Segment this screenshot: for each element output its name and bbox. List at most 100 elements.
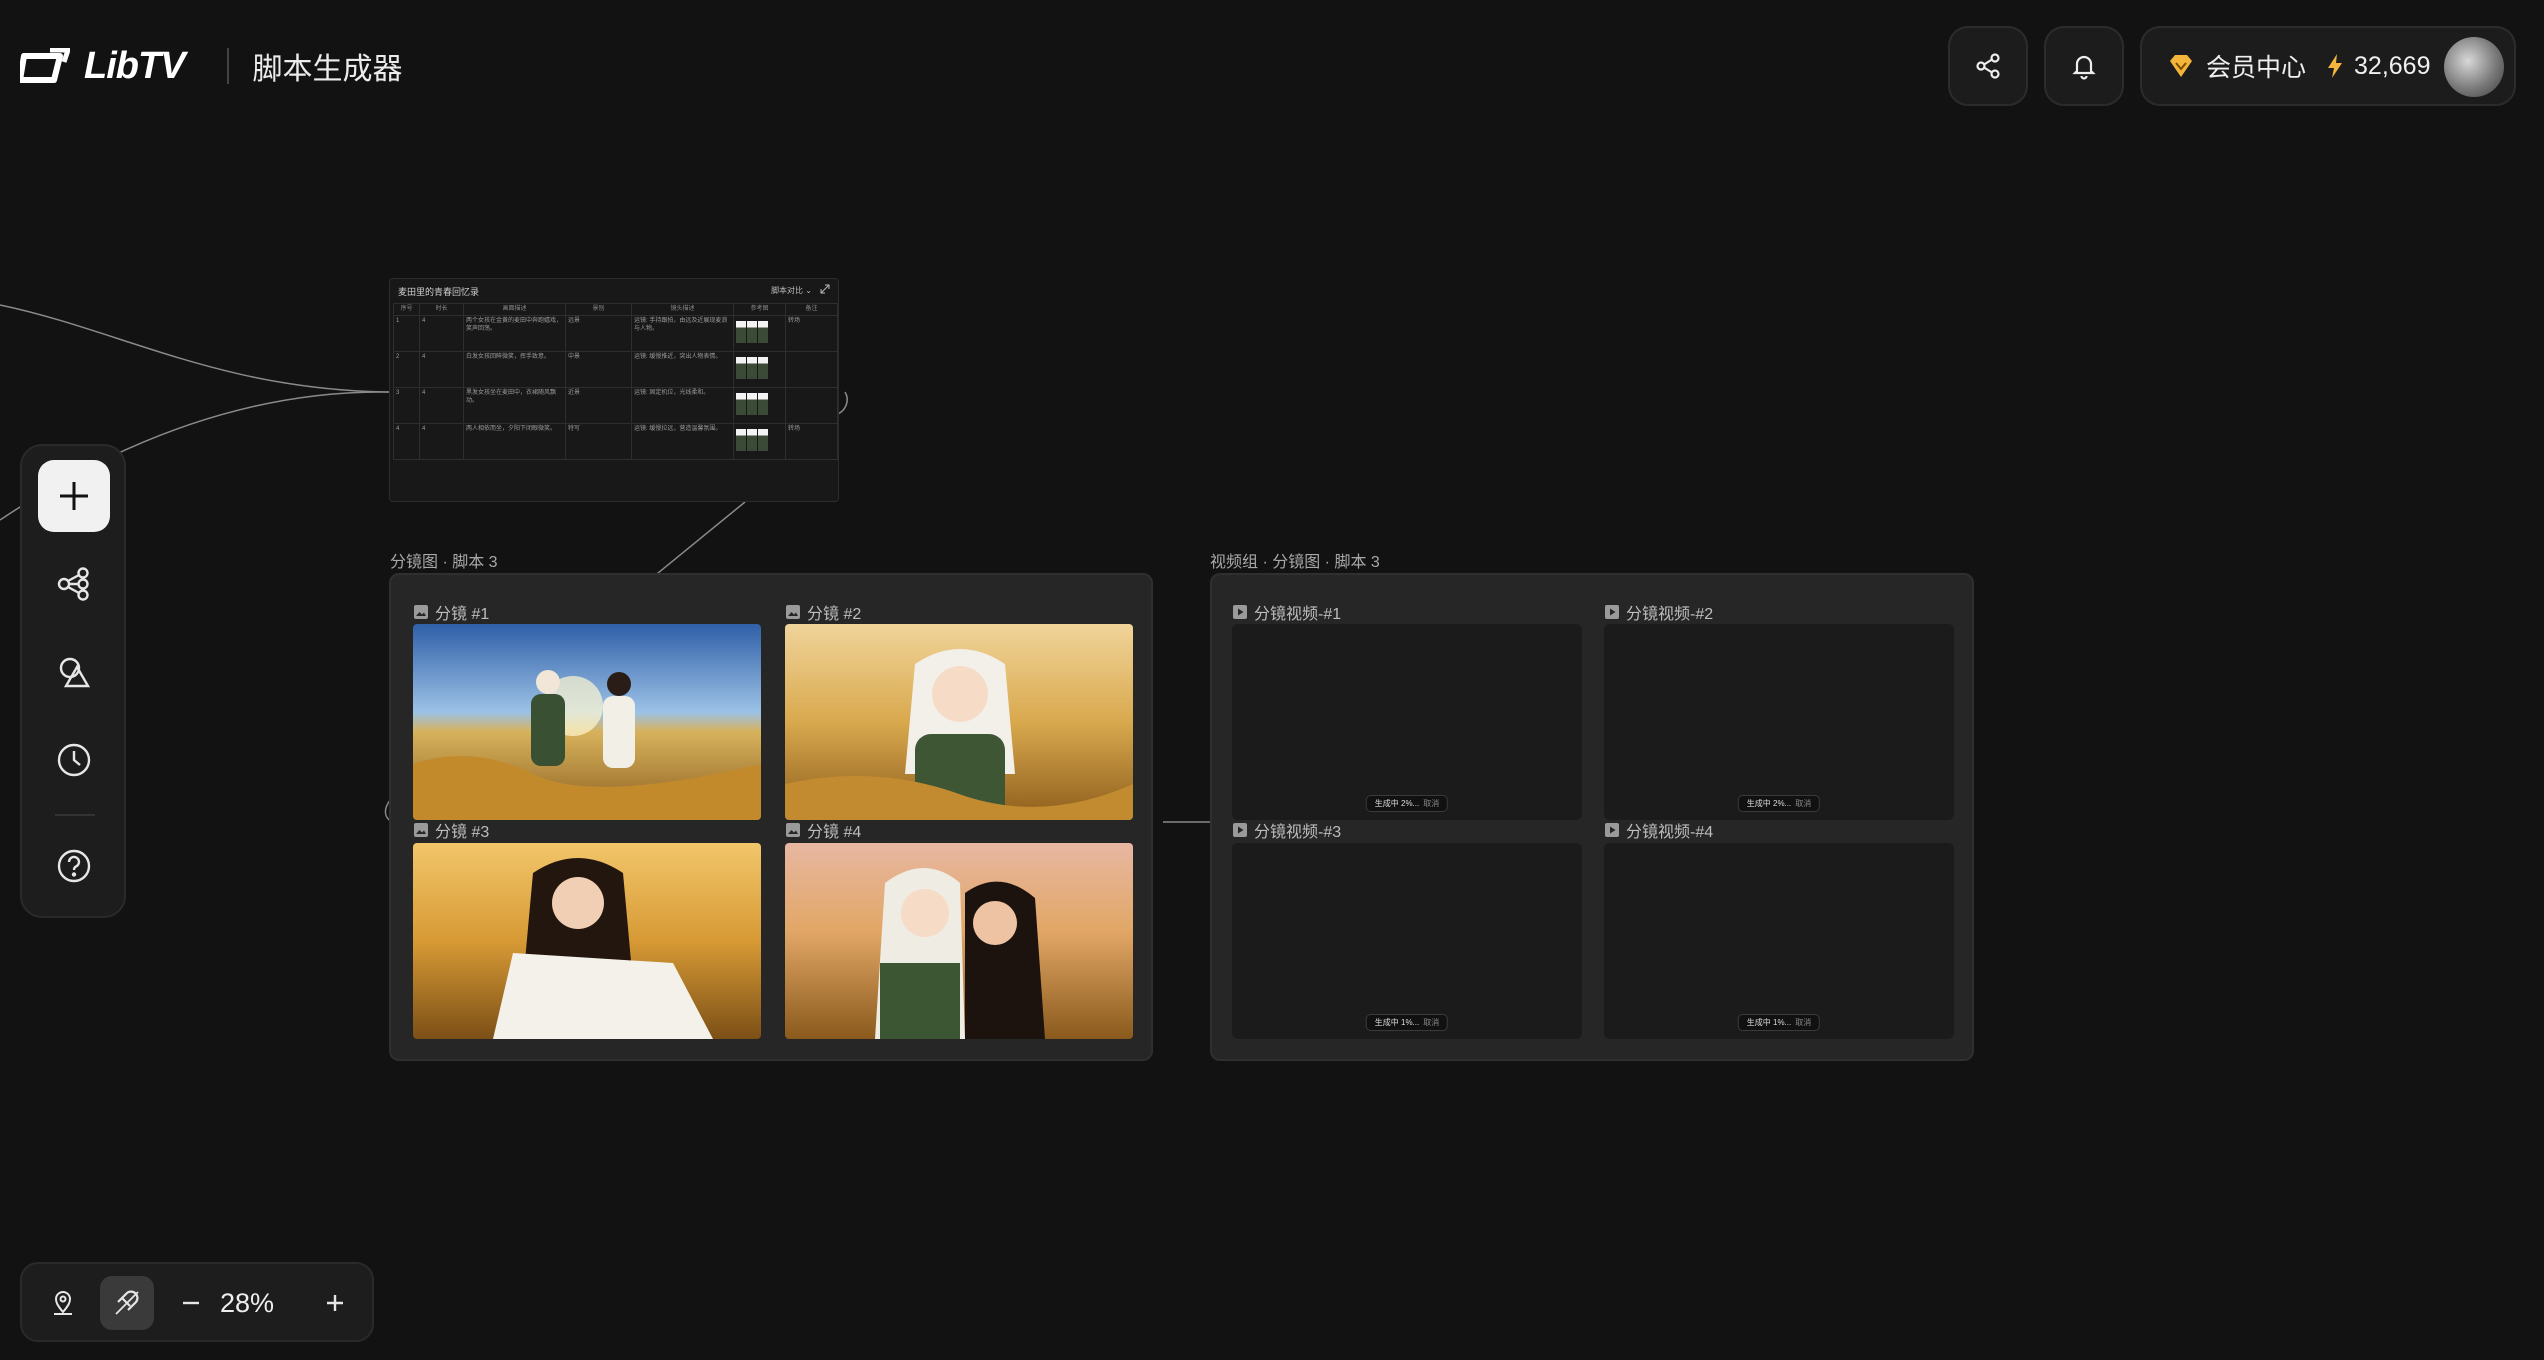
cell-description: 两人相依而坐，夕阳下闭眼微笑。	[463, 423, 566, 460]
zoom-controls: 28%	[20, 1262, 374, 1342]
video-group[interactable]: 分镜视频-#1 分镜视频-#2 分镜视频-#3 分镜视频-#4 生成中 2%..…	[1210, 573, 1974, 1061]
shapes-button[interactable]	[38, 636, 110, 708]
share-button[interactable]	[1948, 26, 2028, 106]
lightning-icon	[2328, 54, 2343, 78]
member-center-label: 会员中心	[2206, 54, 2307, 82]
script-title: 麦田里的青春回忆录	[398, 287, 480, 297]
video-2-placeholder[interactable]: 生成中 2%... 取消	[1604, 624, 1954, 820]
video-3-placeholder[interactable]: 生成中 1%... 取消	[1232, 843, 1582, 1039]
user-avatar[interactable]	[2444, 37, 2504, 97]
video-label: 分镜视频-#4	[1604, 818, 1713, 842]
cell-reference-images	[733, 315, 786, 352]
table-row: 1 4 两个女孩在金黄的麦田中奔跑嬉戏，笑声回荡。 远景 运镜: 手持跟拍，由远…	[393, 315, 838, 352]
cell-duration: 4	[419, 315, 464, 352]
cell-camera: 运镜: 缓慢拉远，营造温馨氛围。	[631, 423, 734, 460]
status-text: 生成中 1%...	[1374, 1018, 1420, 1027]
cell-index: 2	[393, 351, 420, 388]
cancel-button[interactable]: 取消	[1423, 799, 1439, 808]
zoom-out-button[interactable]	[164, 1276, 218, 1330]
bell-icon	[2072, 55, 2096, 80]
map-pin-icon	[54, 1291, 72, 1315]
help-icon	[57, 849, 91, 883]
cell-reference-images	[733, 387, 786, 424]
app-logo[interactable]: LibTV 脚本生成器	[20, 44, 403, 88]
column-header: 镜头描述	[631, 303, 734, 316]
plus-icon	[60, 482, 88, 510]
cell-reference-images	[733, 423, 786, 460]
video-label: 分镜视频-#3	[1232, 818, 1341, 842]
snap-toggle-button[interactable]	[100, 1276, 154, 1330]
column-header: 序号	[393, 303, 420, 316]
history-button[interactable]	[38, 724, 110, 796]
help-button[interactable]	[38, 830, 110, 902]
video-label: 分镜视频-#2	[1604, 600, 1713, 624]
storyboard-label: 分镜 #4	[785, 818, 861, 842]
brand-name: LibTV	[84, 44, 186, 87]
cell-note	[785, 387, 838, 424]
status-text: 生成中 2%...	[1374, 799, 1420, 808]
image-icon	[786, 823, 800, 837]
cancel-button[interactable]: 取消	[1423, 1018, 1439, 1027]
cell-index: 4	[393, 423, 420, 460]
cell-reference-images	[733, 351, 786, 388]
column-header: 景别	[565, 303, 632, 316]
left-toolbar	[20, 444, 126, 918]
generation-status: 生成中 2%... 取消	[1365, 795, 1449, 812]
workflow-icon	[57, 567, 89, 601]
video-icon	[1605, 823, 1619, 837]
storyboard-2-label: 分镜 #2	[807, 606, 862, 623]
video-4-label: 分镜视频-#4	[1626, 824, 1714, 841]
storyboard-1-image[interactable]	[413, 624, 761, 820]
zoom-level: 28%	[220, 1288, 275, 1318]
video-group-title: 视频组 · 分镜图 · 脚本 3	[1210, 554, 1380, 571]
video-4-placeholder[interactable]: 生成中 1%... 取消	[1604, 843, 1954, 1039]
video-1-placeholder[interactable]: 生成中 2%... 取消	[1232, 624, 1582, 820]
expand-icon[interactable]	[820, 284, 830, 294]
cell-shot: 中景	[565, 351, 632, 388]
table-row: 4 4 两人相依而坐，夕阳下闭眼微笑。 特写 运镜: 缓慢拉远，营造温馨氛围。 …	[393, 423, 838, 460]
storyboard-2-image[interactable]	[785, 624, 1133, 820]
column-header: 画面描述	[463, 303, 566, 316]
cell-note: 转场	[785, 423, 838, 460]
cell-description: 白发女孩回眸微笑，挥手致意。	[463, 351, 566, 388]
add-node-button[interactable]	[38, 460, 110, 532]
table-header-row: 序号 时长 画面描述 景别 镜头描述 参考图 备注	[393, 303, 838, 316]
storyboard-3-label: 分镜 #3	[435, 824, 490, 841]
storyboard-1-label: 分镜 #1	[435, 606, 490, 623]
notifications-button[interactable]	[2044, 26, 2124, 106]
shapes-icon	[59, 657, 91, 688]
image-icon	[414, 605, 428, 619]
cell-shot: 远景	[565, 315, 632, 352]
generation-status: 生成中 1%... 取消	[1365, 1014, 1449, 1031]
status-text: 生成中 1%...	[1746, 1018, 1792, 1027]
video-icon	[1233, 605, 1247, 619]
cell-camera: 运镜: 固定机位，光线柔和。	[631, 387, 734, 424]
video-label: 分镜视频-#1	[1232, 600, 1341, 624]
zoom-in-button[interactable]	[308, 1276, 362, 1330]
member-center-button[interactable]: 会员中心 32,669	[2140, 26, 2516, 106]
cell-shot: 特写	[565, 423, 632, 460]
cell-camera: 运镜: 缓慢推近，突出人物表情。	[631, 351, 734, 388]
video-icon	[1233, 823, 1247, 837]
credits-count: 32,669	[2354, 51, 2431, 80]
cancel-button[interactable]: 取消	[1795, 799, 1811, 808]
storyboard-3-image[interactable]	[413, 843, 761, 1039]
table-row: 2 4 白发女孩回眸微笑，挥手致意。 中景 运镜: 缓慢推近，突出人物表情。	[393, 351, 838, 388]
storyboard-4-label: 分镜 #4	[807, 824, 862, 841]
locate-button[interactable]	[36, 1276, 90, 1330]
script-table-node[interactable]: 麦田里的青春回忆录 脚本对比 ⌄ 序号 时长 画面描述 景别 镜头描述 参考图 …	[389, 278, 839, 502]
storyboard-group[interactable]: 分镜 #1 分镜 #2 分镜 #3 分镜 #4	[389, 573, 1153, 1061]
image-icon	[786, 605, 800, 619]
storyboard-label: 分镜 #3	[413, 818, 489, 842]
cell-note	[785, 351, 838, 388]
cell-duration: 4	[419, 387, 464, 424]
cancel-button[interactable]: 取消	[1795, 1018, 1811, 1027]
video-icon	[1605, 605, 1619, 619]
workflow-button[interactable]	[38, 548, 110, 620]
magnet-icon	[115, 1290, 139, 1315]
storyboard-4-image[interactable]	[785, 843, 1133, 1039]
script-version-dropdown[interactable]: 脚本对比 ⌄	[771, 285, 812, 296]
generation-status: 生成中 1%... 取消	[1737, 1014, 1821, 1031]
column-header: 参考图	[733, 303, 786, 316]
toolbar-divider	[55, 814, 95, 816]
